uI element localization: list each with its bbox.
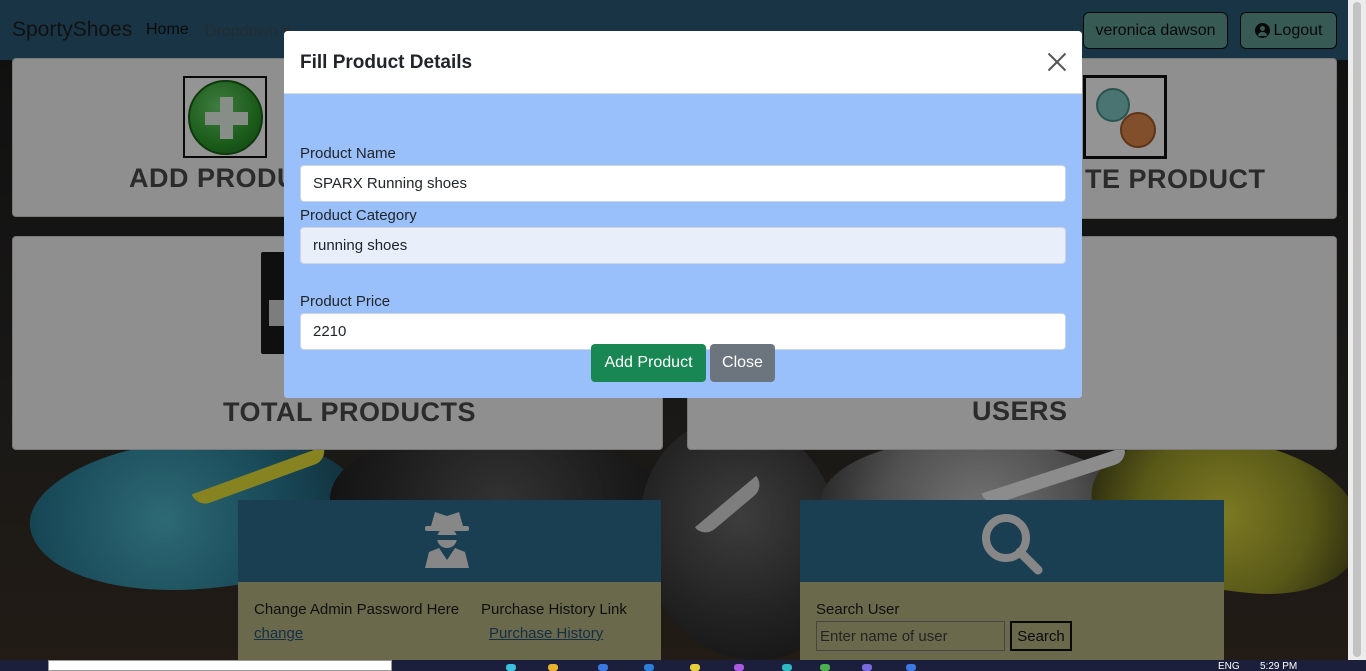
taskbar-language[interactable]: ENG <box>1218 661 1240 671</box>
taskbar-clock[interactable]: 5:29 PM <box>1260 661 1297 671</box>
product-details-modal: Fill Product Details Product Name Produc… <box>284 31 1082 398</box>
taskbar-app-icon[interactable] <box>644 664 654 671</box>
taskbar-app-icon[interactable] <box>506 664 516 671</box>
taskbar-app-icon[interactable] <box>690 664 700 671</box>
taskbar-search-box[interactable] <box>48 660 392 671</box>
close-button[interactable]: Close <box>710 344 775 382</box>
product-name-label: Product Name <box>300 145 396 162</box>
taskbar-app-icon[interactable] <box>598 664 608 671</box>
modal-header: Fill Product Details <box>284 31 1082 94</box>
product-category-input[interactable] <box>300 227 1066 264</box>
modal-title: Fill Product Details <box>300 52 473 73</box>
taskbar-app-icon[interactable] <box>906 664 916 671</box>
page-scrollbar[interactable] <box>1348 0 1366 660</box>
product-name-input[interactable] <box>300 165 1066 202</box>
scrollbar-thumb[interactable] <box>1353 2 1361 657</box>
add-product-button[interactable]: Add Product <box>591 344 706 382</box>
close-icon[interactable] <box>1047 52 1067 72</box>
modal-body: Product Name Product Category Product Pr… <box>284 94 1082 398</box>
taskbar-app-icon[interactable] <box>820 664 830 671</box>
taskbar-app-icon[interactable] <box>734 664 744 671</box>
product-price-label: Product Price <box>300 293 391 310</box>
taskbar-app-icon[interactable] <box>548 664 558 671</box>
taskbar-app-icon[interactable] <box>862 664 872 671</box>
taskbar-app-icon[interactable] <box>782 664 792 671</box>
product-category-label: Product Category <box>300 207 417 224</box>
windows-taskbar: ENG 5:29 PM <box>0 660 1366 671</box>
